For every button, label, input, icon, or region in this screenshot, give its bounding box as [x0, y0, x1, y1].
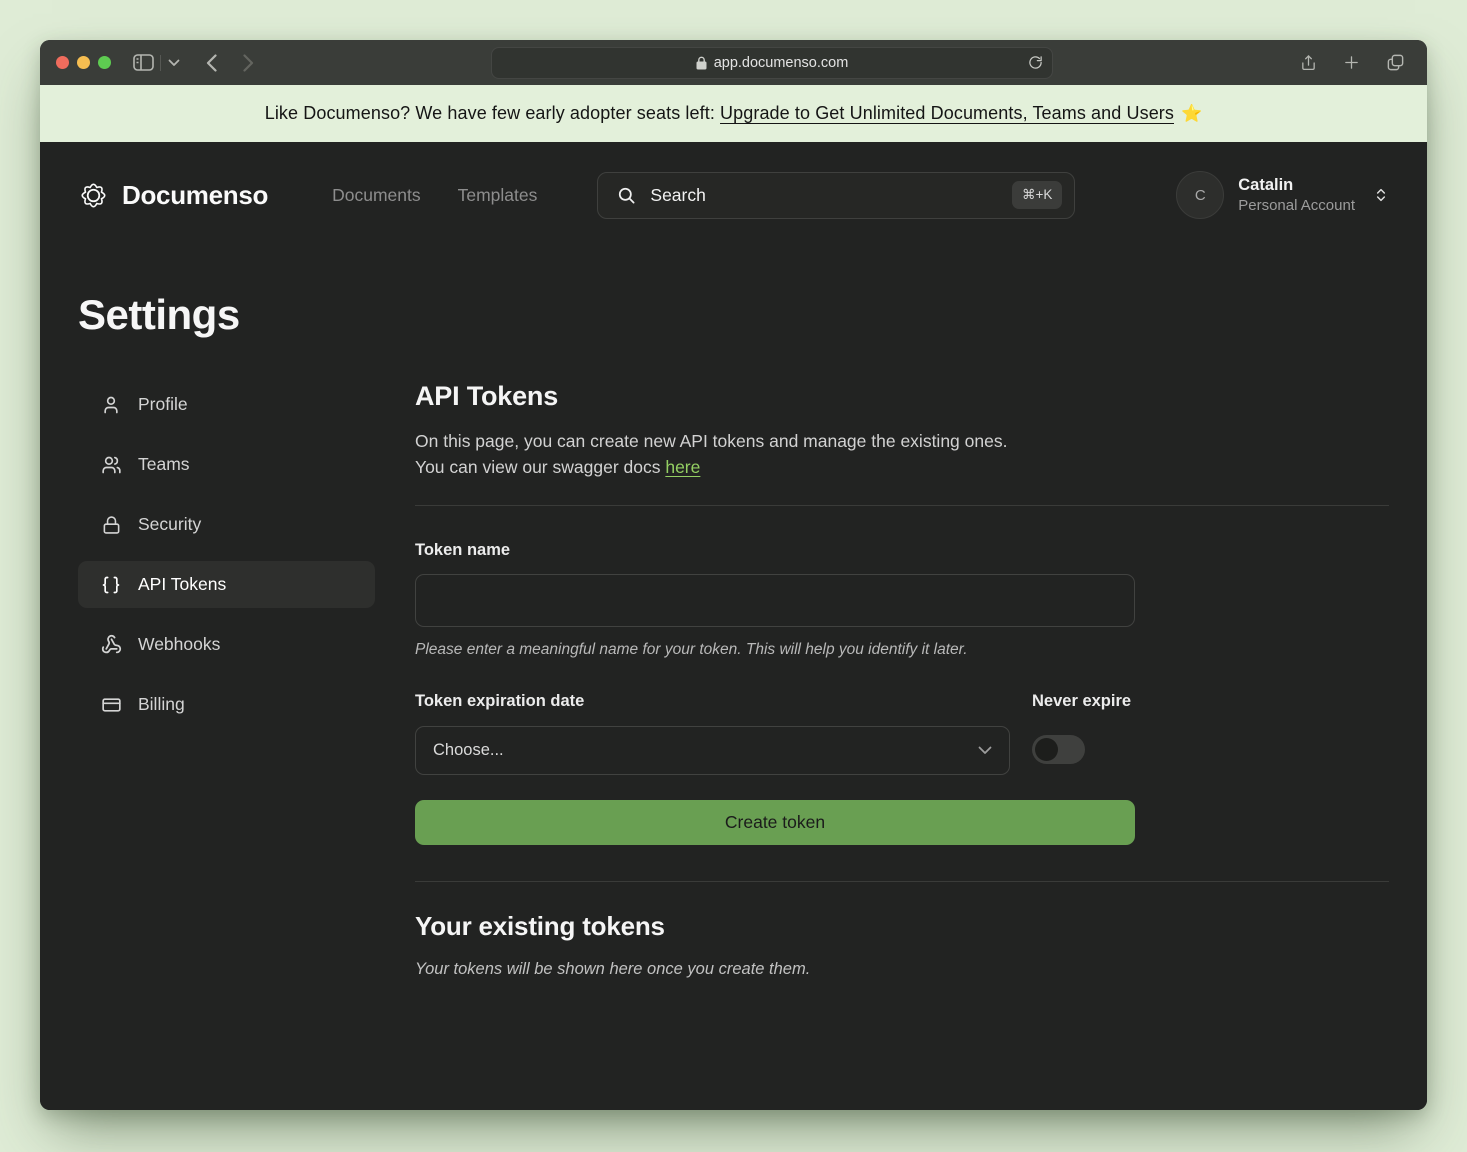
token-name-label: Token name	[415, 541, 1389, 560]
existing-tokens-empty-text: Your tokens will be shown here once you …	[415, 960, 1389, 979]
traffic-lights	[56, 56, 111, 69]
sidebar-toggle-icon[interactable]	[133, 54, 154, 71]
upgrade-banner: Like Documenso? We have few early adopte…	[40, 85, 1427, 142]
app-content: Documenso Documents Templates Search ⌘+K…	[40, 142, 1427, 1110]
account-type: Personal Account	[1238, 196, 1355, 216]
sidebar-item-label: Profile	[138, 394, 188, 415]
sidebar-item-teams[interactable]: Teams	[78, 441, 375, 488]
section-description-line2: You can view our swagger docs	[415, 457, 665, 477]
tab-overview-icon[interactable]	[1386, 53, 1405, 72]
create-token-button[interactable]: Create token	[415, 800, 1135, 845]
banner-text: Like Documenso? We have few early adopte…	[265, 103, 720, 124]
documenso-badge-icon	[78, 180, 109, 211]
brand-name: Documenso	[122, 180, 268, 211]
new-tab-icon[interactable]	[1343, 54, 1360, 71]
create-token-form: Token name Please enter a meaningful nam…	[415, 541, 1389, 845]
token-name-input[interactable]	[415, 574, 1135, 627]
token-name-help-text: Please enter a meaningful name for your …	[415, 641, 1389, 659]
sidebar-item-security[interactable]: Security	[78, 501, 375, 548]
page-title: Settings	[78, 291, 1389, 339]
browser-window: app.documenso.com Like Documenso? We hav…	[40, 40, 1427, 1110]
section-description-line1: On this page, you can create new API tok…	[415, 428, 1389, 454]
reload-icon[interactable]	[1028, 54, 1043, 71]
sidebar-item-label: Security	[138, 514, 201, 535]
documenso-logo[interactable]: Documenso	[78, 180, 268, 211]
tls-lock-icon	[696, 56, 707, 70]
settings-sidebar: Profile Teams Security	[78, 381, 375, 979]
never-expire-toggle[interactable]	[1032, 735, 1085, 764]
credit-card-icon	[100, 695, 122, 715]
chevron-down-icon	[978, 746, 992, 755]
divider	[415, 881, 1389, 882]
zoom-window-button[interactable]	[98, 56, 111, 69]
share-icon[interactable]	[1300, 53, 1317, 73]
account-name: Catalin	[1238, 175, 1355, 196]
existing-tokens-heading: Your existing tokens	[415, 911, 1389, 942]
section-heading: API Tokens	[415, 381, 1389, 412]
nav-templates[interactable]: Templates	[458, 185, 538, 206]
divider	[415, 505, 1389, 506]
sidebar-item-label: Teams	[138, 454, 190, 475]
app-header: Documenso Documents Templates Search ⌘+K…	[78, 165, 1389, 225]
star-icon: ⭐	[1181, 104, 1202, 124]
users-icon	[100, 455, 122, 475]
back-button[interactable]	[206, 54, 217, 72]
lock-icon	[100, 515, 122, 535]
nav-documents[interactable]: Documents	[332, 185, 421, 206]
sidebar-item-webhooks[interactable]: Webhooks	[78, 621, 375, 668]
sidebar-chevron-down-icon[interactable]	[168, 59, 180, 67]
top-navigation: Documents Templates	[332, 185, 537, 206]
token-expiration-label: Token expiration date	[415, 692, 1010, 711]
minimize-window-button[interactable]	[77, 56, 90, 69]
search-input[interactable]: Search ⌘+K	[597, 172, 1075, 219]
token-expiration-select[interactable]: Choose...	[415, 726, 1010, 775]
sidebar-item-label: Billing	[138, 694, 185, 715]
user-icon	[100, 395, 122, 415]
select-value: Choose...	[433, 741, 504, 760]
sidebar-item-profile[interactable]: Profile	[78, 381, 375, 428]
browser-toolbar: app.documenso.com	[40, 40, 1427, 85]
webhook-icon	[100, 634, 122, 655]
api-tokens-panel: API Tokens On this page, you can create …	[415, 381, 1389, 979]
url-text: app.documenso.com	[714, 55, 849, 71]
forward-button[interactable]	[243, 54, 254, 72]
upgrade-link[interactable]: Upgrade to Get Unlimited Documents, Team…	[720, 103, 1174, 124]
sidebar-item-api-tokens[interactable]: API Tokens	[78, 561, 375, 608]
braces-icon	[100, 575, 122, 595]
close-window-button[interactable]	[56, 56, 69, 69]
swagger-docs-link[interactable]: here	[665, 457, 700, 477]
sidebar-item-label: Webhooks	[138, 634, 220, 655]
toggle-knob	[1035, 738, 1058, 761]
search-icon	[617, 186, 636, 205]
never-expire-label: Never expire	[1032, 692, 1131, 711]
chevrons-up-down-icon	[1373, 186, 1389, 204]
avatar: C	[1176, 171, 1224, 219]
sidebar-item-label: API Tokens	[138, 574, 226, 595]
address-bar[interactable]: app.documenso.com	[491, 47, 1053, 79]
sidebar-item-billing[interactable]: Billing	[78, 681, 375, 728]
account-switcher[interactable]: C Catalin Personal Account	[1176, 171, 1389, 219]
search-placeholder: Search	[650, 185, 705, 206]
toolbar-divider	[160, 55, 162, 71]
search-shortcut-badge: ⌘+K	[1012, 181, 1062, 209]
